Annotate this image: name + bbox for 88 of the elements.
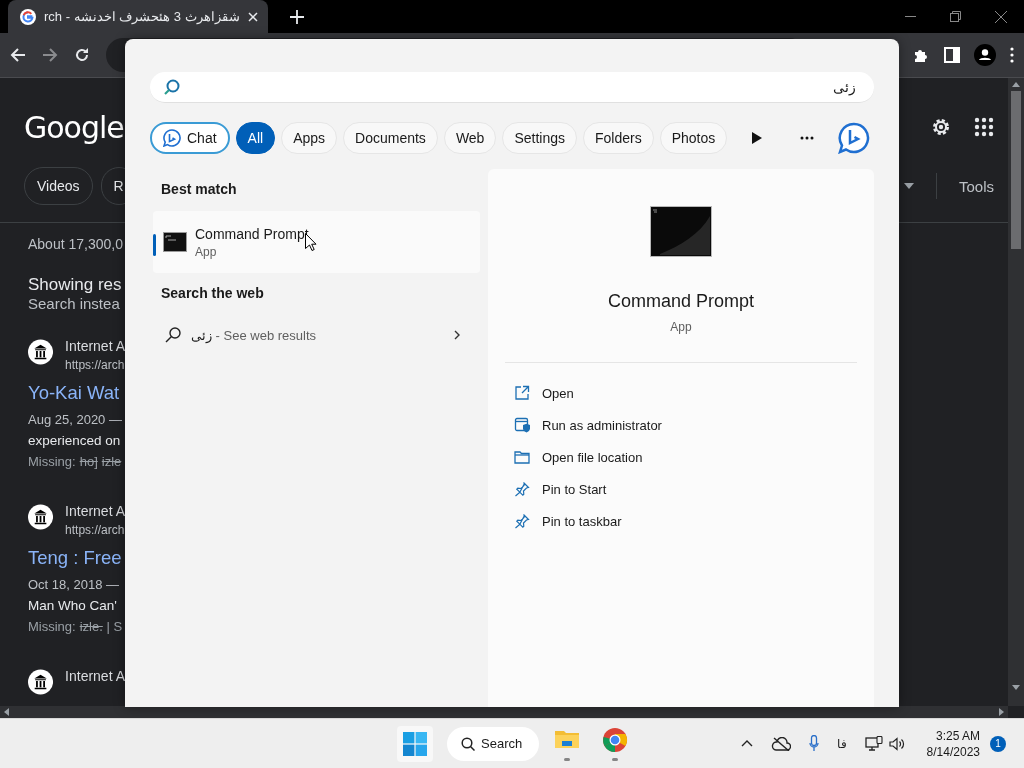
back-icon[interactable] [10, 47, 26, 63]
reload-icon[interactable] [74, 47, 90, 63]
open-external-icon [514, 385, 530, 401]
scroll-up-icon[interactable] [1012, 82, 1020, 87]
filter-tab[interactable]: Folders [583, 122, 654, 154]
action-item[interactable]: Open [514, 377, 574, 409]
folder-icon [514, 449, 530, 465]
missing-terms: Missing: izle. | S [28, 619, 124, 634]
result-date: Oct 18, 2018 — [28, 577, 121, 592]
new-tab-icon[interactable] [289, 9, 304, 24]
result-snippet: Man Who Can' [28, 598, 118, 613]
search-icon [165, 327, 181, 343]
clock-time[interactable]: 3:25 AM [926, 727, 980, 744]
settings-icon[interactable] [930, 116, 952, 138]
taskbar-search-button[interactable]: Search [447, 726, 539, 761]
notification-badge[interactable]: 1 [990, 735, 1006, 752]
chat-bubble-icon[interactable] [838, 122, 870, 154]
action-item[interactable]: Pin to Start [514, 473, 607, 505]
apps-grid-icon[interactable] [974, 117, 994, 137]
tools-link[interactable]: Tools [958, 177, 994, 195]
filter-tab[interactable]: All [235, 122, 276, 154]
side-panel-icon[interactable] [944, 47, 960, 63]
archive-icon [28, 503, 54, 531]
browser-tab[interactable]: شقزاهرث 3 هئحشرف اخدنشه - rch [8, 0, 268, 33]
network-icon[interactable] [864, 735, 883, 752]
play-icon[interactable] [752, 132, 762, 144]
selection-bar [153, 234, 156, 256]
avatar-icon[interactable] [974, 44, 996, 66]
chrome-icon [602, 726, 628, 753]
chevron-right-icon [454, 330, 460, 340]
result-snippet: experienced on [28, 433, 122, 448]
windows-logo-icon [403, 731, 427, 756]
forward-icon[interactable] [42, 47, 58, 63]
search-icon [164, 79, 180, 95]
google-logo[interactable]: Google [24, 109, 124, 145]
action-item[interactable]: Open file location [514, 441, 643, 473]
filter-tab[interactable]: Web [443, 122, 497, 154]
filter-tab[interactable]: Apps [281, 122, 338, 154]
search-field[interactable]: زئی [150, 72, 874, 103]
pin-icon [514, 481, 530, 497]
start-button[interactable] [397, 725, 433, 762]
chat-bubble-icon [163, 129, 181, 147]
terminal-icon [163, 232, 187, 252]
scroll-right-icon[interactable] [999, 708, 1004, 716]
caret-down-icon[interactable] [903, 183, 914, 189]
shield-window-icon [514, 417, 530, 433]
cloud-off-icon[interactable] [770, 736, 791, 751]
more-icon[interactable] [1010, 47, 1014, 63]
archive-icon [28, 668, 54, 696]
result-stats: About 17,300,0 [28, 236, 124, 252]
microphone-icon[interactable] [808, 735, 819, 752]
chevron-up-icon[interactable] [740, 740, 753, 747]
filter-tab[interactable]: Documents [343, 122, 438, 154]
app-title: Command Prompt [607, 291, 755, 312]
scroll-down-icon[interactable] [1012, 685, 1020, 690]
archive-icon [28, 338, 54, 366]
section-heading: Best match [161, 181, 238, 197]
search-icon [461, 736, 475, 751]
result-source: Internet A [65, 503, 125, 519]
section-heading: Search the web [161, 285, 265, 301]
app-type: App [670, 320, 692, 334]
filter-tab[interactable]: Chat [150, 122, 230, 154]
close-icon[interactable] [995, 10, 1007, 23]
filter-tab[interactable]: Photos [659, 122, 728, 154]
result-source: Internet A [65, 668, 125, 684]
restore-icon[interactable] [950, 11, 961, 22]
volume-icon[interactable] [888, 736, 905, 751]
result-date: Aug 25, 2020 — [28, 412, 123, 427]
showing-results-text: Showing res [28, 275, 123, 295]
missing-terms: Missing: ho] izle [28, 454, 123, 469]
scroll-left-icon[interactable] [4, 708, 9, 716]
search-instead-link[interactable]: Search instea [28, 295, 125, 312]
scrollbar-thumb[interactable] [1011, 91, 1021, 249]
action-item[interactable]: Run as administrator [514, 409, 662, 441]
result-item[interactable]: Command Prompt App [153, 211, 480, 273]
result-url[interactable]: https://arch [65, 523, 125, 537]
clock-date[interactable]: 8/14/2023 [926, 743, 980, 760]
terminal-icon [650, 206, 712, 257]
google-g-icon [20, 8, 36, 25]
result-title-link[interactable]: Teng : Free [28, 547, 125, 569]
result-source: Internet A [65, 338, 125, 354]
result-url[interactable]: https://arch [65, 358, 125, 372]
input-language-indicator[interactable]: فا [836, 736, 847, 751]
action-item[interactable]: Pin to taskbar [514, 505, 622, 537]
result-title-link[interactable]: Yo-Kai Wat [28, 382, 125, 404]
pin-icon [514, 513, 530, 529]
filter-tab[interactable]: Settings [502, 122, 577, 154]
more-icon[interactable] [800, 136, 814, 140]
